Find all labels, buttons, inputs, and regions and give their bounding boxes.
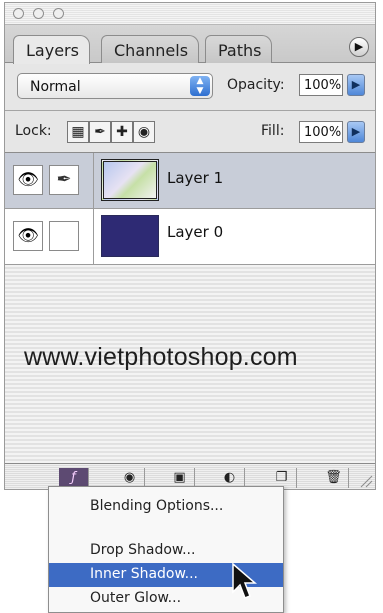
layer-thumbnail[interactable]	[101, 215, 159, 257]
fx-icon[interactable]: ƒ	[59, 468, 89, 488]
fill-field[interactable]: 100%	[299, 121, 343, 143]
watermark-text: www.vietphotoshop.com	[24, 343, 298, 371]
lock-row: Lock: ▦ ✒ ✚ ◉ Fill: 100% ▶	[5, 111, 375, 153]
fill-value: 100%	[304, 125, 342, 140]
padlock-icon[interactable]: ◉	[133, 121, 155, 143]
triangle-right-icon: ▶	[351, 125, 361, 138]
lock-label: Lock:	[15, 123, 52, 139]
opacity-value: 100%	[304, 78, 342, 93]
eye-icon[interactable]: 👁	[13, 165, 43, 195]
tab-bar: Layers Channels Paths ▶	[5, 25, 375, 64]
transparency-lock-icon[interactable]: ▦	[67, 121, 89, 143]
brush-lock-icon[interactable]: ✒	[89, 121, 111, 143]
blend-row: Normal ▲ ▼ Opacity: 100% ▶	[5, 63, 375, 111]
layer-name[interactable]: Layer 0	[167, 223, 223, 241]
resize-grip-icon[interactable]	[359, 474, 373, 488]
menu-item-blending-options[interactable]: Blending Options...	[49, 495, 283, 519]
title-bar[interactable]	[5, 3, 375, 25]
mask-icon[interactable]: ◉	[115, 468, 145, 488]
opacity-slider-button[interactable]: ▶	[347, 74, 365, 96]
opacity-field[interactable]: 100%	[299, 74, 343, 96]
tab-layers[interactable]: Layers	[13, 35, 90, 64]
tab-label: Channels	[114, 41, 189, 60]
menu-item-label: Inner Shadow...	[90, 566, 199, 582]
blend-mode-value: Normal	[30, 79, 81, 95]
menu-item-drop-shadow[interactable]: Drop Shadow...	[49, 539, 283, 563]
layer-name[interactable]: Layer 1	[167, 169, 223, 187]
menu-item-label: Drop Shadow...	[90, 542, 196, 558]
menu-item-label: Blending Options...	[90, 498, 224, 514]
folder-icon[interactable]: ▣	[165, 468, 195, 488]
layer-row[interactable]: 👁 ✒ Layer 1	[5, 153, 375, 209]
layer-row[interactable]: 👁 Layer 0	[5, 209, 375, 265]
move-lock-icon[interactable]: ✚	[111, 121, 133, 143]
blend-mode-select[interactable]: Normal ▲ ▼	[17, 73, 213, 99]
adjustment-icon[interactable]: ◐	[215, 468, 245, 488]
tab-label: Layers	[26, 41, 79, 60]
tab-channels[interactable]: Channels	[101, 35, 200, 63]
triangle-right-icon: ▶	[354, 40, 364, 53]
minimize-button[interactable]	[33, 8, 44, 19]
column-divider	[93, 153, 94, 265]
menu-item-label: Outer Glow...	[90, 590, 182, 606]
palette-menu-button[interactable]: ▶	[349, 37, 369, 57]
updown-arrows-icon: ▲ ▼	[190, 76, 210, 96]
tab-label: Paths	[218, 41, 262, 60]
layers-list: 👁 ✒ Layer 1 👁 Layer 0	[5, 153, 375, 463]
fill-slider-button[interactable]: ▶	[347, 121, 365, 143]
trash-icon[interactable]: 🗑	[319, 468, 349, 488]
new-layer-icon[interactable]: ❐	[267, 468, 297, 488]
link-cell[interactable]	[49, 221, 79, 251]
eye-icon[interactable]: 👁	[13, 221, 43, 251]
zoom-button[interactable]	[53, 8, 64, 19]
arrow-cursor-icon	[232, 562, 257, 599]
tab-paths[interactable]: Paths	[205, 35, 273, 63]
close-button[interactable]	[13, 8, 24, 19]
brush-icon[interactable]: ✒	[49, 165, 79, 195]
fill-label: Fill:	[261, 123, 285, 139]
triangle-right-icon: ▶	[351, 78, 361, 91]
layers-palette: Layers Channels Paths ▶ Normal ▲ ▼ Opacit…	[4, 2, 376, 490]
opacity-label: Opacity:	[227, 77, 285, 93]
layer-thumbnail[interactable]	[101, 159, 159, 201]
